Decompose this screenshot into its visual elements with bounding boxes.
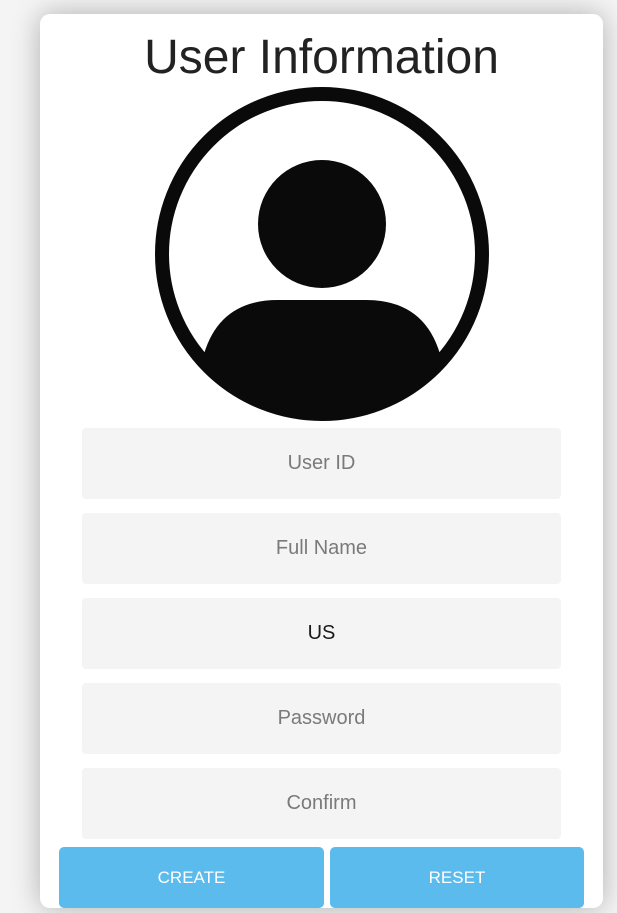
create-button[interactable]: CREATE <box>59 847 324 908</box>
user-info-card: User Information CREATE RESET <box>40 14 603 908</box>
full-name-input[interactable] <box>82 513 561 584</box>
reset-button[interactable]: RESET <box>330 847 584 908</box>
user-id-input[interactable] <box>82 428 561 499</box>
country-input[interactable] <box>82 598 561 669</box>
password-input[interactable] <box>82 683 561 754</box>
confirm-password-input[interactable] <box>82 768 561 839</box>
page-title: User Information <box>144 31 499 84</box>
user-avatar-icon <box>152 84 492 424</box>
